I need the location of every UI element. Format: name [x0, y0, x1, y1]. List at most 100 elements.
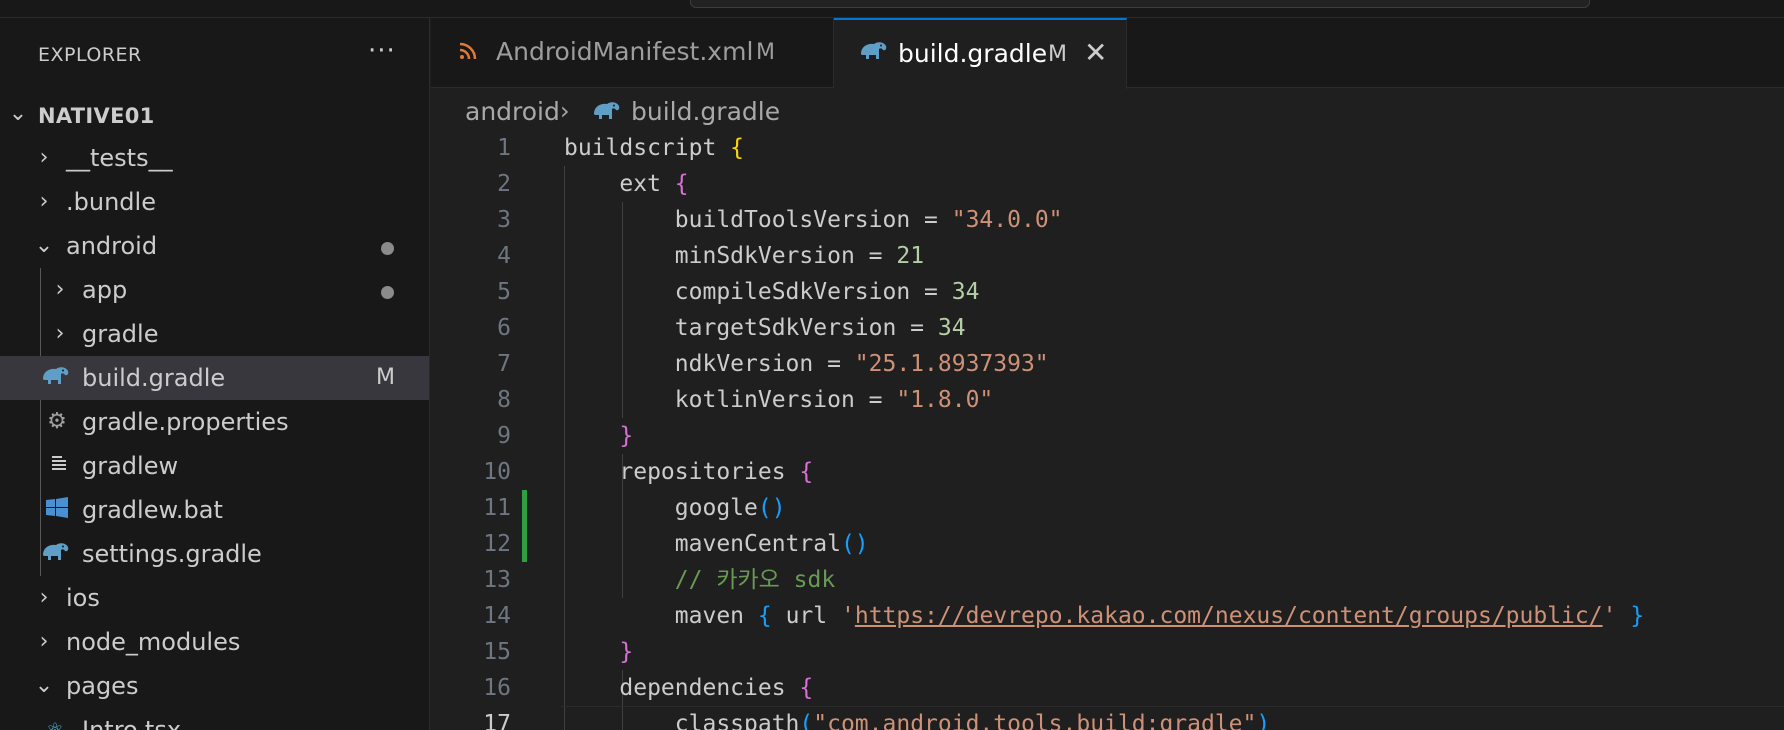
code-text: targetSdkVersion = 34: [564, 310, 966, 346]
rss-xml-icon: [459, 38, 477, 66]
code-text: mavenCentral(): [564, 526, 869, 562]
chevron-right-icon: ›: [55, 277, 65, 302]
code-editor[interactable]: 1 buildscript {2 ext {3 buildToolsVersion…: [431, 130, 1784, 730]
code-token: dependencies: [564, 675, 800, 701]
code-line[interactable]: 10 repositories {: [431, 454, 1784, 490]
text-lines-icon: [44, 453, 74, 479]
line-number: 8: [497, 387, 511, 413]
code-text: minSdkVersion = 21: [564, 238, 924, 274]
tab-build-gradle[interactable]: build.gradle M ✕: [834, 18, 1127, 89]
modified-dot-icon: [381, 242, 394, 255]
code-line[interactable]: 7 ndkVersion = "25.1.8937393": [431, 346, 1784, 382]
code-line[interactable]: 4 minSdkVersion = 21: [431, 238, 1784, 274]
code-line[interactable]: 16 dependencies {: [431, 670, 1784, 706]
tree-item-label: .bundle: [66, 188, 156, 216]
code-text: ext {: [564, 166, 688, 202]
tree-item-android[interactable]: ⌄ android: [0, 224, 429, 268]
tree-item-gradlew-bat[interactable]: gradlew.bat: [0, 488, 429, 532]
code-line[interactable]: 5 compileSdkVersion = 34: [431, 274, 1784, 310]
line-number: 4: [497, 243, 511, 269]
tree-item-bundle[interactable]: › .bundle: [0, 180, 429, 224]
code-line[interactable]: 3 buildToolsVersion = "34.0.0": [431, 202, 1784, 238]
tree-item-app[interactable]: › app: [0, 268, 429, 312]
code-line[interactable]: 2 ext {: [431, 166, 1784, 202]
code-token: 34: [951, 279, 980, 305]
tree-item-label: android: [66, 232, 158, 260]
code-line[interactable]: 1 buildscript {: [431, 130, 1784, 166]
tree-item-build-gradle[interactable]: build.gradle M: [0, 356, 429, 400]
code-token: maven: [564, 603, 758, 629]
chevron-right-icon: ›: [39, 189, 49, 214]
tree-item-settings-gradle[interactable]: settings.gradle: [0, 532, 429, 576]
code-token: minSdkVersion =: [564, 243, 897, 269]
code-line[interactable]: 8 kotlinVersion = "1.8.0": [431, 382, 1784, 418]
code-token: ndkVersion =: [564, 351, 855, 377]
tree-item-label: pages: [66, 672, 139, 700]
tree-item-label: gradlew: [82, 452, 179, 480]
line-number: 12: [483, 531, 511, 557]
code-token: mavenCentral: [564, 531, 841, 557]
tree-item-gradlew[interactable]: gradlew: [0, 444, 429, 488]
code-line[interactable]: 9 }: [431, 418, 1784, 454]
chevron-down-icon: ⌄: [34, 673, 54, 698]
code-token: {: [730, 135, 745, 161]
react-icon: ⚛: [46, 718, 64, 730]
command-center[interactable]: [690, 0, 1590, 8]
code-line[interactable]: 11 google(): [431, 490, 1784, 526]
tree-item-tests[interactable]: › __tests__: [0, 136, 429, 180]
code-text: maven { url 'https://devrepo.kakao.com/n…: [564, 598, 1644, 634]
tree-item-label: settings.gradle: [82, 540, 262, 568]
line-number: 1: [497, 135, 511, 161]
close-icon[interactable]: ✕: [1084, 38, 1107, 68]
code-text: buildToolsVersion = "34.0.0": [564, 202, 1063, 238]
code-line[interactable]: 13 // 카카오 sdk: [431, 562, 1784, 598]
code-text: dependencies {: [564, 670, 813, 706]
line-number: 3: [497, 207, 511, 233]
code-token: ): [1256, 711, 1271, 730]
code-line[interactable]: 12 mavenCentral(): [431, 526, 1784, 562]
code-token: 34: [937, 315, 966, 341]
tree-item-label: gradle.properties: [82, 408, 289, 436]
code-line[interactable]: 6 targetSdkVersion = 34: [431, 310, 1784, 346]
breadcrumb-file[interactable]: build.gradle: [631, 98, 780, 126]
code-token: (): [840, 531, 869, 557]
tree-item-node-modules[interactable]: › node_modules: [0, 620, 429, 664]
tree-item-pages[interactable]: ⌄ pages: [0, 664, 429, 708]
tree-item-gradle-folder[interactable]: › gradle: [0, 312, 429, 356]
code-token: {: [799, 675, 814, 701]
line-number: 2: [497, 171, 511, 197]
line-number: 9: [497, 423, 511, 449]
gradle-elephant-icon: [591, 100, 621, 128]
explorer-title: EXPLORER: [38, 44, 142, 66]
breadcrumb-folder[interactable]: android: [465, 98, 560, 126]
tree-item-intro-tsx[interactable]: ⚛ Intro.tsx: [0, 708, 429, 730]
code-token: "1.8.0": [896, 387, 994, 413]
code-token: }: [564, 639, 634, 665]
code-line[interactable]: 15 }: [431, 634, 1784, 670]
tab-android-manifest[interactable]: AndroidManifest.xml M: [431, 18, 834, 88]
windows-icon: [42, 497, 72, 523]
code-token: "25.1.8937393": [854, 351, 1049, 377]
tree-item-label: gradle: [82, 320, 159, 348]
tree-item-gradle-properties[interactable]: ⚙ gradle.properties: [0, 400, 429, 444]
code-text: kotlinVersion = "1.8.0": [564, 382, 994, 418]
chevron-right-icon: ›: [560, 97, 570, 125]
code-token: ': [840, 603, 855, 629]
gradle-elephant-icon: [40, 541, 70, 567]
modified-badge: M: [756, 40, 775, 65]
code-token: ext: [564, 171, 675, 197]
code-line[interactable]: 17 classpath("com.android.tools.build:gr…: [431, 706, 1784, 730]
tab-label: AndroidManifest.xml: [496, 37, 754, 66]
tree-item-ios[interactable]: › ios: [0, 576, 429, 620]
gradle-elephant-icon: [858, 40, 888, 68]
more-actions-icon[interactable]: ···: [368, 36, 396, 66]
tree-root-native01[interactable]: ⌄ NATIVE01: [0, 92, 429, 136]
code-text: classpath("com.android.tools.build:gradl…: [564, 706, 1270, 730]
line-number: 6: [497, 315, 511, 341]
code-line[interactable]: 14 maven { url 'https://devrepo.kakao.co…: [431, 598, 1784, 634]
code-token: url: [771, 603, 841, 629]
code-link[interactable]: https://devrepo.kakao.com/nexus/content/…: [855, 603, 1603, 629]
code-text: // 카카오 sdk: [564, 562, 835, 598]
code-token: google: [564, 495, 758, 521]
modified-badge: M: [1048, 42, 1067, 67]
